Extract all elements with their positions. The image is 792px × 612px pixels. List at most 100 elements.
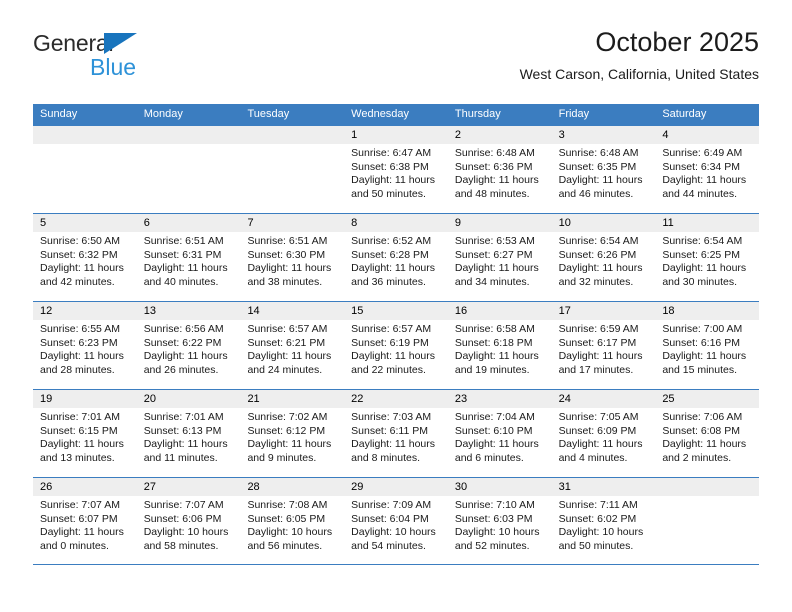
sunrise-time: Sunrise: 7:01 AM [143, 411, 224, 423]
sunset-time: Sunset: 6:18 PM [454, 336, 533, 349]
day-number: 23 [447, 390, 552, 408]
daylight-duration-line1: Daylight: 11 hours [40, 262, 124, 274]
calendar-day-cell[interactable]: 8 Sunrise: 6:52 AM Sunset: 6:28 PM Daylight… [344, 214, 448, 301]
sunset-time: Sunset: 6:19 PM [351, 336, 429, 349]
daylight-duration-line2: and 11 minutes. [143, 451, 218, 464]
sunset-time: Sunset: 6:30 PM [247, 248, 326, 261]
day-details: Sunrise: 6:49 AM Sunset: 6:34 PM Daylight:… [655, 144, 759, 201]
calendar-day-cell[interactable]: 25 Sunrise: 7:06 AM Sunset: 6:08 PM Dayligh… [655, 390, 760, 477]
calendar-day-cell[interactable]: 14 Sunrise: 6:57 AM Sunset: 6:21 PM Dayligh… [240, 302, 345, 389]
day-details: Sunrise: 7:10 AM Sunset: 6:03 PM Daylight:… [448, 496, 552, 553]
day-number: 24 [551, 390, 656, 408]
calendar-day-cell[interactable]: 22 Sunrise: 7:03 AM Sunset: 6:11 PM Dayligh… [344, 390, 448, 477]
calendar-day-cell[interactable]: 4 Sunrise: 6:49 AM Sunset: 6:34 PM Daylight… [655, 126, 760, 213]
calendar-day-cell[interactable]: 16 Sunrise: 6:58 AM Sunset: 6:18 PM Dayligh… [447, 302, 552, 389]
sunrise-time: Sunrise: 7:09 AM [351, 499, 432, 511]
day-number [240, 126, 345, 144]
calendar-day-cell[interactable]: 27 Sunrise: 7:07 AM Sunset: 6:06 PM Dayligh… [136, 478, 241, 564]
sunrise-time: Sunrise: 6:50 AM [40, 235, 120, 247]
calendar-day-cell[interactable]: 6 Sunrise: 6:51 AM Sunset: 6:31 PM Daylight… [136, 214, 241, 301]
daylight-duration-line2: and 40 minutes. [143, 275, 219, 288]
calendar-day-cell[interactable]: 3 Sunrise: 6:48 AM Sunset: 6:35 PM Daylight… [551, 126, 656, 213]
calendar-day-cell[interactable]: 12 Sunrise: 6:55 AM Sunset: 6:23 PM Dayligh… [33, 302, 137, 389]
daylight-duration-line2: and 19 minutes. [454, 363, 530, 376]
sunrise-time: Sunrise: 6:53 AM [454, 235, 535, 247]
daylight-duration-line1: Daylight: 10 hours [247, 526, 333, 538]
calendar-day-cell[interactable]: 23 Sunrise: 7:04 AM Sunset: 6:10 PM Dayligh… [447, 390, 552, 477]
calendar-day-cell[interactable]: 19 Sunrise: 7:01 AM Sunset: 6:15 PM Dayligh… [33, 390, 137, 477]
sunrise-time: Sunrise: 7:04 AM [454, 411, 535, 423]
daylight-duration-line1: Daylight: 11 hours [247, 350, 332, 362]
sunset-time: Sunset: 6:26 PM [558, 248, 637, 261]
daylight-duration-line2: and 58 minutes. [143, 539, 219, 552]
sunrise-time: Sunrise: 6:59 AM [558, 323, 639, 335]
calendar-day-cell[interactable]: 29 Sunrise: 7:09 AM Sunset: 6:04 PM Dayligh… [344, 478, 448, 564]
calendar-day-cell[interactable]: 20 Sunrise: 7:01 AM Sunset: 6:13 PM Dayligh… [136, 390, 241, 477]
day-details: Sunrise: 6:51 AM Sunset: 6:31 PM Daylight:… [137, 232, 241, 289]
weekday-header-wednesday: Wednesday [351, 108, 410, 120]
calendar-day-cell[interactable]: 1 Sunrise: 6:47 AM Sunset: 6:38 PM Daylight… [344, 126, 448, 213]
sunset-time: Sunset: 6:06 PM [143, 512, 222, 525]
calendar-day-cell[interactable]: 24 Sunrise: 7:05 AM Sunset: 6:09 PM Dayligh… [551, 390, 656, 477]
day-details: Sunrise: 6:54 AM Sunset: 6:25 PM Daylight:… [655, 232, 759, 289]
calendar-day-cell[interactable]: 5 Sunrise: 6:50 AM Sunset: 6:32 PM Daylight… [33, 214, 137, 301]
day-number: 3 [551, 126, 656, 144]
daylight-duration-line1: Daylight: 11 hours [662, 350, 747, 362]
day-number: 22 [344, 390, 448, 408]
daylight-duration-line2: and 44 minutes. [662, 187, 738, 200]
day-number: 4 [655, 126, 760, 144]
day-number: 10 [551, 214, 656, 232]
weekday-header-monday: Monday [143, 108, 183, 120]
day-details: Sunrise: 6:48 AM Sunset: 6:36 PM Daylight:… [448, 144, 552, 201]
day-number: 13 [136, 302, 241, 320]
sunrise-time: Sunrise: 6:47 AM [351, 147, 432, 159]
daylight-duration-line1: Daylight: 11 hours [143, 438, 228, 450]
calendar-day-cell[interactable]: 15 Sunrise: 6:57 AM Sunset: 6:19 PM Dayligh… [344, 302, 448, 389]
sunrise-time: Sunrise: 6:49 AM [662, 147, 743, 159]
day-details: Sunrise: 7:07 AM Sunset: 6:07 PM Daylight:… [33, 496, 137, 553]
calendar-day-cell[interactable]: 9 Sunrise: 6:53 AM Sunset: 6:27 PM Daylight… [447, 214, 552, 301]
daylight-duration-line1: Daylight: 11 hours [558, 438, 643, 450]
day-number: 18 [655, 302, 760, 320]
day-number: 6 [136, 214, 241, 232]
day-number: 14 [240, 302, 345, 320]
sunset-time: Sunset: 6:38 PM [351, 160, 429, 173]
calendar-day-cell[interactable]: 2 Sunrise: 6:48 AM Sunset: 6:36 PM Daylight… [447, 126, 552, 213]
logo-text-general: General [33, 30, 114, 56]
page-subtitle: West Carson, California, United States [519, 66, 759, 82]
calendar-day-cell[interactable]: 28 Sunrise: 7:08 AM Sunset: 6:05 PM Dayligh… [240, 478, 345, 564]
page-title: October 2025 [595, 27, 759, 57]
calendar-day-cell[interactable]: 7 Sunrise: 6:51 AM Sunset: 6:30 PM Daylight… [240, 214, 345, 301]
calendar-day-cell[interactable]: 13 Sunrise: 6:56 AM Sunset: 6:22 PM Dayligh… [136, 302, 241, 389]
general-blue-logo[interactable]: General Blue [33, 30, 253, 92]
day-details: Sunrise: 6:52 AM Sunset: 6:28 PM Daylight:… [344, 232, 448, 289]
calendar-day-cell[interactable]: 17 Sunrise: 6:59 AM Sunset: 6:17 PM Dayligh… [551, 302, 656, 389]
sunset-time: Sunset: 6:25 PM [662, 248, 740, 261]
triangle-icon [104, 33, 137, 54]
day-number: 19 [33, 390, 137, 408]
daylight-duration-line2: and 13 minutes. [40, 451, 115, 464]
day-number: 9 [447, 214, 552, 232]
calendar-day-cell-empty [240, 126, 345, 213]
calendar-day-cell[interactable]: 26 Sunrise: 7:07 AM Sunset: 6:07 PM Dayligh… [33, 478, 137, 564]
day-details: Sunrise: 7:06 AM Sunset: 6:08 PM Daylight:… [655, 408, 759, 465]
daylight-duration-line2: and 56 minutes. [247, 539, 323, 552]
calendar-day-cell[interactable]: 21 Sunrise: 7:02 AM Sunset: 6:12 PM Dayligh… [240, 390, 345, 477]
daylight-duration-line2: and 46 minutes. [558, 187, 634, 200]
daylight-duration-line2: and 28 minutes. [40, 363, 115, 376]
calendar-week-row: 12 Sunrise: 6:55 AM Sunset: 6:23 PM Dayligh… [33, 301, 760, 389]
sunrise-time: Sunrise: 7:06 AM [662, 411, 743, 423]
calendar-day-cell[interactable]: 30 Sunrise: 7:10 AM Sunset: 6:03 PM Dayligh… [447, 478, 552, 564]
daylight-duration-line2: and 2 minutes. [662, 451, 732, 464]
daylight-duration-line1: Daylight: 11 hours [247, 438, 332, 450]
calendar-day-cell[interactable]: 18 Sunrise: 7:00 AM Sunset: 6:16 PM Dayligh… [655, 302, 760, 389]
sunrise-time: Sunrise: 7:08 AM [247, 499, 328, 511]
calendar-day-cell[interactable]: 11 Sunrise: 6:54 AM Sunset: 6:25 PM Dayligh… [655, 214, 760, 301]
calendar-day-cell-empty [136, 126, 241, 213]
sunset-time: Sunset: 6:28 PM [351, 248, 429, 261]
calendar-day-cell[interactable]: 31 Sunrise: 7:11 AM Sunset: 6:02 PM Dayligh… [551, 478, 656, 564]
day-number: 5 [33, 214, 137, 232]
sunset-time: Sunset: 6:23 PM [40, 336, 118, 349]
calendar-day-cell[interactable]: 10 Sunrise: 6:54 AM Sunset: 6:26 PM Dayligh… [551, 214, 656, 301]
day-number: 11 [655, 214, 760, 232]
